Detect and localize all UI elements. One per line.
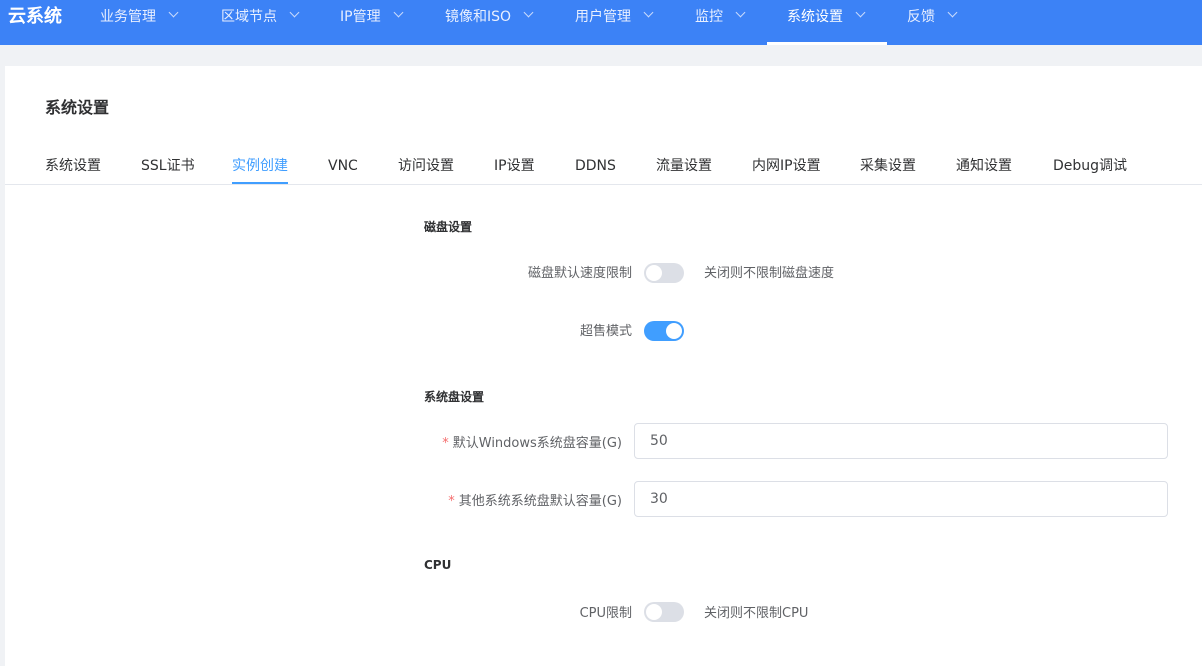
oversell-mode-label: 超售模式: [579, 324, 632, 339]
tab-collection-settings[interactable]: 采集设置: [860, 150, 916, 185]
nav-item-label: IP管理: [340, 9, 381, 25]
nav-item-label: 镜像和ISO: [445, 9, 512, 25]
top-navbar: 云系统 业务管理 区域节点 IP管理 镜像和ISO 用户管理 监控 系统设置 反…: [0, 0, 1202, 45]
nav-item-images-iso[interactable]: 镜像和ISO: [445, 0, 534, 45]
nav-item-ip-management[interactable]: IP管理: [340, 0, 404, 45]
page-title: 系统设置: [45, 98, 110, 117]
tab-traffic-settings[interactable]: 流量设置: [656, 150, 712, 185]
chevron-down-icon: [947, 7, 958, 18]
chevron-down-icon: [289, 7, 300, 18]
tab-ddns[interactable]: DDNS: [575, 150, 616, 185]
chevron-down-icon: [735, 7, 746, 18]
nav-item-region-nodes[interactable]: 区域节点: [221, 0, 300, 45]
chevron-down-icon: [393, 7, 404, 18]
nav-item-user-management[interactable]: 用户管理: [575, 0, 654, 45]
cpu-limit-label: CPU限制: [579, 606, 632, 621]
tab-ssl-certificate[interactable]: SSL证书: [141, 150, 195, 185]
tab-intranet-ip-settings[interactable]: 内网IP设置: [752, 150, 821, 185]
oversell-mode-switch[interactable]: [644, 321, 684, 341]
required-mark: *: [442, 436, 449, 451]
nav-active-indicator: [767, 42, 887, 45]
cpu-limit-switch[interactable]: [644, 602, 684, 622]
chevron-down-icon: [643, 7, 654, 18]
disk-speed-limit-label: 磁盘默认速度限制: [527, 266, 632, 281]
nav-item-label: 区域节点: [221, 9, 277, 25]
nav-item-label: 反馈: [907, 9, 935, 25]
tab-active-indicator: [232, 182, 288, 184]
tab-debug[interactable]: Debug调试: [1053, 150, 1127, 185]
windows-disk-size-label-text: 默认Windows系统盘容量(G): [452, 436, 622, 451]
section-title-system-disk: 系统盘设置: [424, 390, 485, 404]
tab-ip-settings[interactable]: IP设置: [494, 150, 535, 185]
chevron-down-icon: [855, 7, 866, 18]
nav-item-system-settings[interactable]: 系统设置: [787, 0, 866, 45]
disk-speed-limit-hint: 关闭则不限制磁盘速度: [704, 266, 835, 281]
nav-item-business[interactable]: 业务管理: [100, 0, 179, 45]
switch-knob: [646, 265, 662, 281]
nav-item-label: 监控: [695, 9, 723, 25]
tab-vnc[interactable]: VNC: [328, 150, 358, 185]
other-disk-size-input[interactable]: [634, 481, 1168, 517]
other-disk-size-label: * 其他系统系统盘默认容量(G): [392, 490, 622, 509]
nav-item-monitoring[interactable]: 监控: [695, 0, 746, 45]
tab-system-settings[interactable]: 系统设置: [45, 150, 101, 185]
disk-speed-limit-switch[interactable]: [644, 263, 684, 283]
tab-instance-creation[interactable]: 实例创建: [232, 150, 288, 185]
settings-tabs: 系统设置 SSL证书 实例创建 VNC 访问设置 IP设置 DDNS 流量设置 …: [5, 150, 1202, 185]
app-logo[interactable]: 云系统: [8, 6, 62, 28]
chevron-down-icon: [168, 7, 179, 18]
switch-knob: [646, 604, 662, 620]
section-title-disk: 磁盘设置: [424, 220, 473, 234]
section-title-cpu: CPU: [424, 558, 452, 572]
windows-disk-size-label: * 默认Windows系统盘容量(G): [392, 432, 622, 451]
required-mark: *: [448, 494, 455, 509]
nav-item-label: 用户管理: [575, 9, 631, 25]
tab-notification-settings[interactable]: 通知设置: [956, 150, 1012, 185]
switch-knob: [666, 323, 682, 339]
cpu-limit-hint: 关闭则不限制CPU: [704, 606, 809, 621]
chevron-down-icon: [523, 7, 534, 18]
other-disk-size-label-text: 其他系统系统盘默认容量(G): [458, 494, 622, 509]
windows-disk-size-input[interactable]: [634, 423, 1168, 459]
nav-item-label: 业务管理: [100, 9, 156, 25]
tab-access-settings[interactable]: 访问设置: [398, 150, 454, 185]
nav-item-feedback[interactable]: 反馈: [907, 0, 958, 45]
nav-item-label: 系统设置: [787, 9, 843, 25]
settings-card: 系统设置 系统设置 SSL证书 实例创建 VNC 访问设置 IP设置 DDNS …: [5, 66, 1202, 666]
